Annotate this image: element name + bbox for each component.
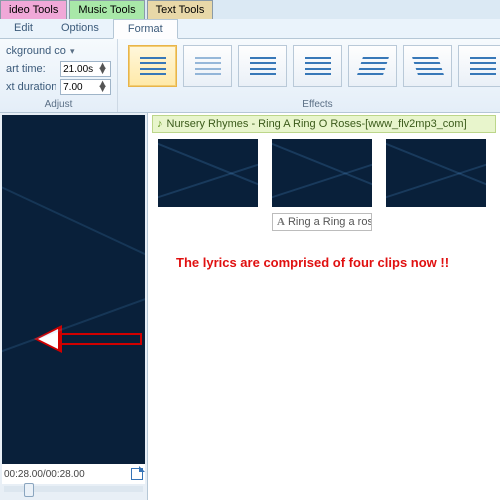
clip-thumb <box>158 139 258 207</box>
audio-track-title: Nursery Rhymes - Ring A Ring O Roses-[ww… <box>167 118 467 130</box>
effect-scroll[interactable] <box>458 45 500 87</box>
clip-3[interactable] <box>386 139 486 231</box>
effects-gallery <box>124 43 500 89</box>
text-duration-label: xt duration: <box>6 81 56 93</box>
chevron-down-icon[interactable]: ▾ <box>70 46 75 57</box>
start-time-input[interactable] <box>63 64 97 75</box>
tab-music-tools[interactable]: Music Tools <box>69 0 144 19</box>
preview-video[interactable] <box>2 115 145 464</box>
annotation-arrow-icon <box>32 325 142 353</box>
effect-none[interactable] <box>128 45 177 87</box>
fullscreen-icon[interactable] <box>131 468 143 480</box>
spinner-arrows-icon[interactable]: ▲▼ <box>97 64 108 74</box>
subtab-format[interactable]: Format <box>113 19 178 39</box>
bgcolor-label: ckground color <box>6 45 66 57</box>
spinner-arrows-icon[interactable]: ▲▼ <box>97 82 108 92</box>
group-label-effects: Effects <box>124 99 500 110</box>
effect-fly-left[interactable] <box>238 45 287 87</box>
effect-fade[interactable] <box>183 45 232 87</box>
clip-thumb <box>272 139 372 207</box>
effect-slant-left[interactable] <box>348 45 397 87</box>
preview-time: 00:28.00/00:28.00 <box>4 469 85 480</box>
start-time-spinner[interactable]: ▲▼ <box>60 61 111 77</box>
subtab-options[interactable]: Options <box>47 19 113 38</box>
preview-seek-slider[interactable] <box>4 486 143 492</box>
group-label-adjust: Adjust <box>6 99 111 110</box>
clip-1[interactable] <box>158 139 258 231</box>
text-caption-icon: A <box>277 216 285 228</box>
tab-video-tools[interactable]: ideo Tools <box>0 0 67 19</box>
clip-caption: ARing a Ring a roses <box>272 213 372 231</box>
clip-2[interactable]: ARing a Ring a roses <box>272 139 372 231</box>
audio-track[interactable]: ♪ Nursery Rhymes - Ring A Ring O Roses-[… <box>152 115 496 133</box>
tab-text-tools[interactable]: Text Tools <box>147 0 214 19</box>
clip-thumb <box>386 139 486 207</box>
start-time-label: art time: <box>6 63 56 75</box>
annotation-text: The lyrics are comprised of four clips n… <box>176 255 500 270</box>
subtab-edit[interactable]: Edit <box>0 19 47 38</box>
effect-fly-right[interactable] <box>293 45 342 87</box>
effect-slant-right[interactable] <box>403 45 452 87</box>
music-note-icon: ♪ <box>157 118 163 130</box>
text-duration-input[interactable] <box>63 82 97 93</box>
text-duration-spinner[interactable]: ▲▼ <box>60 79 111 95</box>
